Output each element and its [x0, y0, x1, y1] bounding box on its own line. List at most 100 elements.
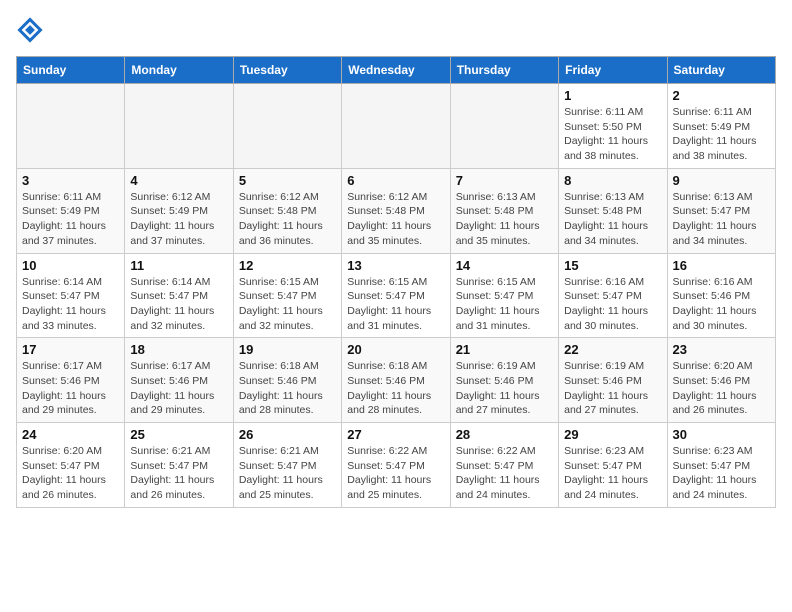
weekday-header: Tuesday	[233, 57, 341, 84]
calendar-day-cell	[125, 84, 233, 169]
day-number: 5	[239, 173, 336, 188]
day-number: 23	[673, 342, 770, 357]
calendar-day-cell: 5 Sunrise: 6:12 AM Sunset: 5:48 PM Daylig…	[233, 168, 341, 253]
day-number: 26	[239, 427, 336, 442]
day-number: 7	[456, 173, 553, 188]
calendar-day-cell	[450, 84, 558, 169]
weekday-header: Saturday	[667, 57, 775, 84]
day-info: Sunrise: 6:22 AM Sunset: 5:47 PM Dayligh…	[347, 444, 444, 503]
day-number: 13	[347, 258, 444, 273]
day-info: Sunrise: 6:19 AM Sunset: 5:46 PM Dayligh…	[564, 359, 661, 418]
day-info: Sunrise: 6:15 AM Sunset: 5:47 PM Dayligh…	[239, 275, 336, 334]
weekday-header: Friday	[559, 57, 667, 84]
day-info: Sunrise: 6:20 AM Sunset: 5:47 PM Dayligh…	[22, 444, 119, 503]
day-number: 6	[347, 173, 444, 188]
calendar-day-cell: 10 Sunrise: 6:14 AM Sunset: 5:47 PM Dayli…	[17, 253, 125, 338]
day-number: 22	[564, 342, 661, 357]
day-number: 28	[456, 427, 553, 442]
day-info: Sunrise: 6:20 AM Sunset: 5:46 PM Dayligh…	[673, 359, 770, 418]
calendar-day-cell: 4Sunrise: 6:12 AM Sunset: 5:49 PM Daylig…	[125, 168, 233, 253]
day-info: Sunrise: 6:21 AM Sunset: 5:47 PM Dayligh…	[130, 444, 227, 503]
day-info: Sunrise: 6:21 AM Sunset: 5:47 PM Dayligh…	[239, 444, 336, 503]
day-number: 9	[673, 173, 770, 188]
day-info: Sunrise: 6:22 AM Sunset: 5:47 PM Dayligh…	[456, 444, 553, 503]
calendar-day-cell: 23 Sunrise: 6:20 AM Sunset: 5:46 PM Dayli…	[667, 338, 775, 423]
day-info: Sunrise: 6:15 AM Sunset: 5:47 PM Dayligh…	[456, 275, 553, 334]
calendar-week-row: 1 Sunrise: 6:11 AM Sunset: 5:50 PM Daylig…	[17, 84, 776, 169]
calendar-week-row: 3 Sunrise: 6:11 AM Sunset: 5:49 PM Daylig…	[17, 168, 776, 253]
day-number: 10	[22, 258, 119, 273]
day-number: 30	[673, 427, 770, 442]
calendar-day-cell: 13 Sunrise: 6:15 AM Sunset: 5:47 PM Dayli…	[342, 253, 450, 338]
day-number: 29	[564, 427, 661, 442]
day-info: Sunrise: 6:17 AM Sunset: 5:46 PM Dayligh…	[22, 359, 119, 418]
day-number: 16	[673, 258, 770, 273]
day-number: 1	[564, 88, 661, 103]
weekday-header: Sunday	[17, 57, 125, 84]
calendar-day-cell: 3 Sunrise: 6:11 AM Sunset: 5:49 PM Daylig…	[17, 168, 125, 253]
day-number: 18	[130, 342, 227, 357]
day-info: Sunrise: 6:17 AM Sunset: 5:46 PM Dayligh…	[130, 359, 227, 418]
day-info: Sunrise: 6:23 AM Sunset: 5:47 PM Dayligh…	[673, 444, 770, 503]
day-number: 25	[130, 427, 227, 442]
day-info: Sunrise: 6:18 AM Sunset: 5:46 PM Dayligh…	[347, 359, 444, 418]
weekday-header: Monday	[125, 57, 233, 84]
day-number: 19	[239, 342, 336, 357]
calendar-day-cell: 24 Sunrise: 6:20 AM Sunset: 5:47 PM Dayli…	[17, 423, 125, 508]
weekday-header: Thursday	[450, 57, 558, 84]
day-info: Sunrise: 6:23 AM Sunset: 5:47 PM Dayligh…	[564, 444, 661, 503]
calendar-day-cell: 26 Sunrise: 6:21 AM Sunset: 5:47 PM Dayli…	[233, 423, 341, 508]
day-number: 2	[673, 88, 770, 103]
day-info: Sunrise: 6:11 AM Sunset: 5:50 PM Dayligh…	[564, 105, 661, 164]
calendar-day-cell: 14 Sunrise: 6:15 AM Sunset: 5:47 PM Dayli…	[450, 253, 558, 338]
calendar-header-row: SundayMondayTuesdayWednesdayThursdayFrid…	[17, 57, 776, 84]
calendar-week-row: 24 Sunrise: 6:20 AM Sunset: 5:47 PM Dayli…	[17, 423, 776, 508]
day-info: Sunrise: 6:11 AM Sunset: 5:49 PM Dayligh…	[673, 105, 770, 164]
day-info: Sunrise: 6:14 AM Sunset: 5:47 PM Dayligh…	[22, 275, 119, 334]
header	[16, 16, 776, 44]
day-info: Sunrise: 6:13 AM Sunset: 5:47 PM Dayligh…	[673, 190, 770, 249]
calendar-day-cell	[17, 84, 125, 169]
calendar-day-cell: 29 Sunrise: 6:23 AM Sunset: 5:47 PM Dayli…	[559, 423, 667, 508]
calendar-day-cell	[342, 84, 450, 169]
day-info: Sunrise: 6:13 AM Sunset: 5:48 PM Dayligh…	[564, 190, 661, 249]
logo	[16, 16, 46, 44]
calendar-day-cell: 15Sunrise: 6:16 AM Sunset: 5:47 PM Dayli…	[559, 253, 667, 338]
calendar-day-cell: 19 Sunrise: 6:18 AM Sunset: 5:46 PM Dayli…	[233, 338, 341, 423]
day-number: 17	[22, 342, 119, 357]
calendar-day-cell: 12 Sunrise: 6:15 AM Sunset: 5:47 PM Dayli…	[233, 253, 341, 338]
day-number: 11	[130, 258, 227, 273]
calendar: SundayMondayTuesdayWednesdayThursdayFrid…	[16, 56, 776, 508]
day-number: 8	[564, 173, 661, 188]
day-info: Sunrise: 6:12 AM Sunset: 5:48 PM Dayligh…	[239, 190, 336, 249]
calendar-day-cell: 25 Sunrise: 6:21 AM Sunset: 5:47 PM Dayli…	[125, 423, 233, 508]
calendar-day-cell: 30 Sunrise: 6:23 AM Sunset: 5:47 PM Dayli…	[667, 423, 775, 508]
day-number: 12	[239, 258, 336, 273]
day-number: 24	[22, 427, 119, 442]
calendar-day-cell: 9 Sunrise: 6:13 AM Sunset: 5:47 PM Daylig…	[667, 168, 775, 253]
calendar-day-cell: 1 Sunrise: 6:11 AM Sunset: 5:50 PM Daylig…	[559, 84, 667, 169]
day-info: Sunrise: 6:19 AM Sunset: 5:46 PM Dayligh…	[456, 359, 553, 418]
day-number: 21	[456, 342, 553, 357]
calendar-day-cell: 18 Sunrise: 6:17 AM Sunset: 5:46 PM Dayli…	[125, 338, 233, 423]
day-info: Sunrise: 6:16 AM Sunset: 5:47 PM Dayligh…	[564, 275, 661, 334]
calendar-day-cell	[233, 84, 341, 169]
calendar-day-cell: 22 Sunrise: 6:19 AM Sunset: 5:46 PM Dayli…	[559, 338, 667, 423]
day-number: 20	[347, 342, 444, 357]
calendar-week-row: 10 Sunrise: 6:14 AM Sunset: 5:47 PM Dayli…	[17, 253, 776, 338]
calendar-day-cell: 2 Sunrise: 6:11 AM Sunset: 5:49 PM Daylig…	[667, 84, 775, 169]
calendar-day-cell: 11Sunrise: 6:14 AM Sunset: 5:47 PM Dayli…	[125, 253, 233, 338]
day-number: 3	[22, 173, 119, 188]
day-info: Sunrise: 6:12 AM Sunset: 5:48 PM Dayligh…	[347, 190, 444, 249]
day-info: Sunrise: 6:18 AM Sunset: 5:46 PM Dayligh…	[239, 359, 336, 418]
day-number: 14	[456, 258, 553, 273]
calendar-day-cell: 8 Sunrise: 6:13 AM Sunset: 5:48 PM Daylig…	[559, 168, 667, 253]
weekday-header: Wednesday	[342, 57, 450, 84]
calendar-day-cell: 21 Sunrise: 6:19 AM Sunset: 5:46 PM Dayli…	[450, 338, 558, 423]
calendar-day-cell: 27Sunrise: 6:22 AM Sunset: 5:47 PM Dayli…	[342, 423, 450, 508]
day-info: Sunrise: 6:11 AM Sunset: 5:49 PM Dayligh…	[22, 190, 119, 249]
day-info: Sunrise: 6:15 AM Sunset: 5:47 PM Dayligh…	[347, 275, 444, 334]
logo-icon	[16, 16, 44, 44]
calendar-week-row: 17 Sunrise: 6:17 AM Sunset: 5:46 PM Dayli…	[17, 338, 776, 423]
calendar-day-cell: 6 Sunrise: 6:12 AM Sunset: 5:48 PM Daylig…	[342, 168, 450, 253]
